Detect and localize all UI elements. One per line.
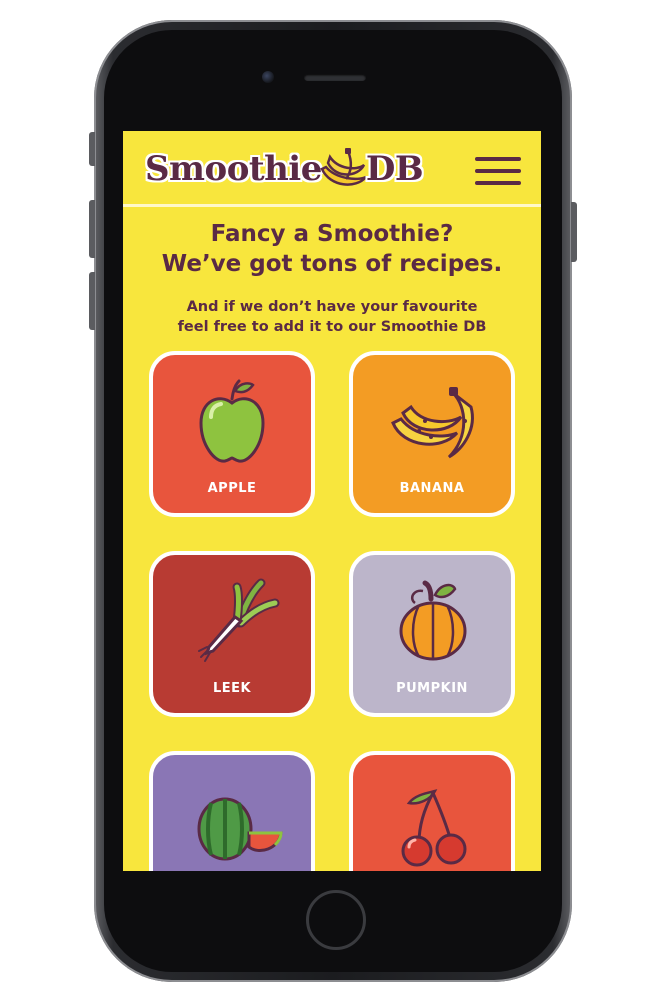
fruit-card-label: PUMPKIN: [396, 681, 468, 696]
banana-icon: [391, 387, 474, 459]
mute-switch: [89, 132, 95, 166]
power-button: [571, 202, 577, 262]
banana-logo-icon: [320, 148, 367, 186]
fruit-card-apple[interactable]: APPLE: [149, 351, 315, 517]
logo-text-smoothie: Smoothie: [145, 149, 322, 189]
watermelon-icon: [197, 797, 283, 861]
page-subheading: And if we don’t have your favourite feel…: [123, 297, 541, 337]
headline-line-2: We’ve got tons of recipes.: [161, 251, 503, 277]
pumpkin-icon: [399, 580, 467, 661]
subheading-line-1: And if we don’t have your favourite: [186, 299, 478, 315]
earpiece-speaker: [304, 74, 366, 81]
home-button[interactable]: [306, 890, 366, 950]
front-camera: [262, 71, 274, 83]
fruit-card-banana[interactable]: BANANA: [349, 351, 515, 517]
fruit-card-leek[interactable]: LEEK: [149, 551, 315, 717]
smoothie-db-logo[interactable]: Smoothie DB: [145, 147, 424, 191]
fruit-card-pumpkin[interactable]: PUMPKIN: [349, 551, 515, 717]
logo-text-db: DB: [365, 149, 424, 189]
apple-icon: [199, 379, 265, 463]
subheading-line-2: feel free to add it to our Smoothie DB: [177, 319, 487, 335]
fruit-card-label: APPLE: [207, 481, 257, 496]
fruit-card-label: LEEK: [212, 681, 252, 696]
volume-up-button: [89, 200, 95, 258]
cherry-icon: [401, 789, 467, 867]
headline-line-1: Fancy a Smoothie?: [210, 221, 454, 247]
leek-icon: [198, 578, 280, 662]
hamburger-menu-icon[interactable]: [475, 157, 521, 187]
fruit-card-cherry[interactable]: [349, 751, 515, 871]
fruit-card-label: BANANA: [399, 481, 465, 496]
fruit-card-watermelon[interactable]: [149, 751, 315, 871]
page-headline: Fancy a Smoothie? We’ve got tons of reci…: [123, 219, 541, 279]
volume-down-button: [89, 272, 95, 330]
app-header: Smoothie DB: [123, 131, 541, 207]
app-screen: Smoothie DB Fancy a Smoothie? We’ve got …: [123, 131, 541, 871]
